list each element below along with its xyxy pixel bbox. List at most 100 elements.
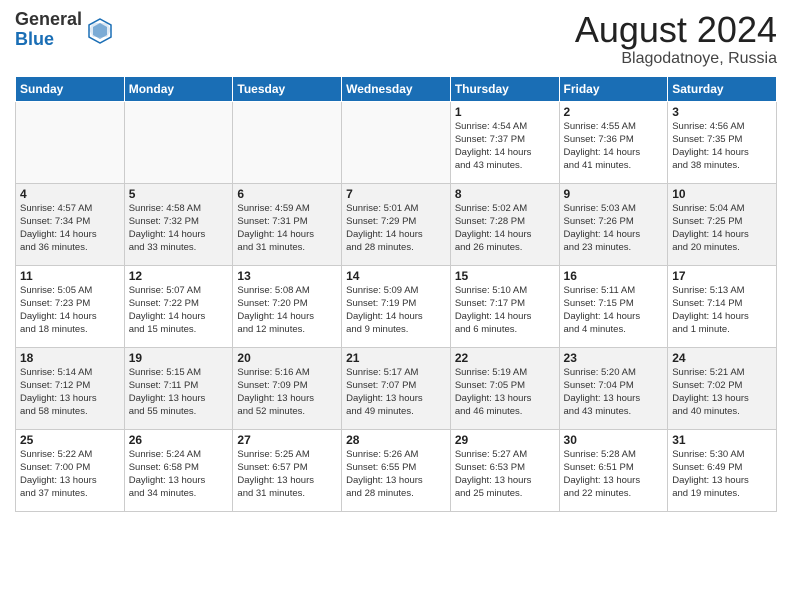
weekday-row: SundayMondayTuesdayWednesdayThursdayFrid…	[16, 76, 777, 101]
day-number: 29	[455, 433, 555, 447]
calendar-cell: 27Sunrise: 5:25 AM Sunset: 6:57 PM Dayli…	[233, 429, 342, 511]
calendar-cell: 8Sunrise: 5:02 AM Sunset: 7:28 PM Daylig…	[450, 183, 559, 265]
calendar-cell: 4Sunrise: 4:57 AM Sunset: 7:34 PM Daylig…	[16, 183, 125, 265]
day-info: Sunrise: 5:30 AM Sunset: 6:49 PM Dayligh…	[672, 448, 772, 501]
calendar-cell: 22Sunrise: 5:19 AM Sunset: 7:05 PM Dayli…	[450, 347, 559, 429]
calendar-week-4: 25Sunrise: 5:22 AM Sunset: 7:00 PM Dayli…	[16, 429, 777, 511]
location-title: Blagodatnoye, Russia	[575, 50, 777, 68]
weekday-header-saturday: Saturday	[668, 76, 777, 101]
calendar-cell: 16Sunrise: 5:11 AM Sunset: 7:15 PM Dayli…	[559, 265, 668, 347]
day-number: 25	[20, 433, 120, 447]
calendar-cell: 11Sunrise: 5:05 AM Sunset: 7:23 PM Dayli…	[16, 265, 125, 347]
page: General Blue August 2024 Blagodatnoye, R…	[0, 0, 792, 612]
day-number: 6	[237, 187, 337, 201]
day-info: Sunrise: 5:19 AM Sunset: 7:05 PM Dayligh…	[455, 366, 555, 419]
calendar-cell: 3Sunrise: 4:56 AM Sunset: 7:35 PM Daylig…	[668, 101, 777, 183]
calendar-cell: 9Sunrise: 5:03 AM Sunset: 7:26 PM Daylig…	[559, 183, 668, 265]
day-info: Sunrise: 5:11 AM Sunset: 7:15 PM Dayligh…	[564, 284, 664, 337]
calendar-cell: 15Sunrise: 5:10 AM Sunset: 7:17 PM Dayli…	[450, 265, 559, 347]
weekday-header-thursday: Thursday	[450, 76, 559, 101]
day-number: 16	[564, 269, 664, 283]
calendar-cell	[124, 101, 233, 183]
day-info: Sunrise: 5:13 AM Sunset: 7:14 PM Dayligh…	[672, 284, 772, 337]
calendar: SundayMondayTuesdayWednesdayThursdayFrid…	[15, 76, 777, 512]
day-number: 22	[455, 351, 555, 365]
day-number: 17	[672, 269, 772, 283]
logo-general-text: General	[15, 9, 82, 29]
calendar-cell: 30Sunrise: 5:28 AM Sunset: 6:51 PM Dayli…	[559, 429, 668, 511]
day-number: 21	[346, 351, 446, 365]
calendar-body: 1Sunrise: 4:54 AM Sunset: 7:37 PM Daylig…	[16, 101, 777, 511]
calendar-week-0: 1Sunrise: 4:54 AM Sunset: 7:37 PM Daylig…	[16, 101, 777, 183]
day-info: Sunrise: 5:25 AM Sunset: 6:57 PM Dayligh…	[237, 448, 337, 501]
calendar-cell: 26Sunrise: 5:24 AM Sunset: 6:58 PM Dayli…	[124, 429, 233, 511]
calendar-week-1: 4Sunrise: 4:57 AM Sunset: 7:34 PM Daylig…	[16, 183, 777, 265]
day-info: Sunrise: 5:15 AM Sunset: 7:11 PM Dayligh…	[129, 366, 229, 419]
calendar-cell: 13Sunrise: 5:08 AM Sunset: 7:20 PM Dayli…	[233, 265, 342, 347]
day-info: Sunrise: 5:10 AM Sunset: 7:17 PM Dayligh…	[455, 284, 555, 337]
day-info: Sunrise: 4:57 AM Sunset: 7:34 PM Dayligh…	[20, 202, 120, 255]
calendar-cell: 17Sunrise: 5:13 AM Sunset: 7:14 PM Dayli…	[668, 265, 777, 347]
day-info: Sunrise: 4:59 AM Sunset: 7:31 PM Dayligh…	[237, 202, 337, 255]
day-number: 19	[129, 351, 229, 365]
day-info: Sunrise: 4:54 AM Sunset: 7:37 PM Dayligh…	[455, 120, 555, 173]
day-number: 13	[237, 269, 337, 283]
day-info: Sunrise: 5:16 AM Sunset: 7:09 PM Dayligh…	[237, 366, 337, 419]
day-info: Sunrise: 5:04 AM Sunset: 7:25 PM Dayligh…	[672, 202, 772, 255]
day-number: 20	[237, 351, 337, 365]
day-info: Sunrise: 5:03 AM Sunset: 7:26 PM Dayligh…	[564, 202, 664, 255]
calendar-cell: 12Sunrise: 5:07 AM Sunset: 7:22 PM Dayli…	[124, 265, 233, 347]
logo-blue-text: Blue	[15, 29, 54, 49]
calendar-cell: 1Sunrise: 4:54 AM Sunset: 7:37 PM Daylig…	[450, 101, 559, 183]
day-info: Sunrise: 5:21 AM Sunset: 7:02 PM Dayligh…	[672, 366, 772, 419]
day-number: 8	[455, 187, 555, 201]
calendar-cell	[233, 101, 342, 183]
day-number: 18	[20, 351, 120, 365]
calendar-cell: 28Sunrise: 5:26 AM Sunset: 6:55 PM Dayli…	[342, 429, 451, 511]
month-title: August 2024	[575, 10, 777, 50]
calendar-cell: 20Sunrise: 5:16 AM Sunset: 7:09 PM Dayli…	[233, 347, 342, 429]
calendar-cell: 10Sunrise: 5:04 AM Sunset: 7:25 PM Dayli…	[668, 183, 777, 265]
weekday-header-monday: Monday	[124, 76, 233, 101]
day-info: Sunrise: 5:17 AM Sunset: 7:07 PM Dayligh…	[346, 366, 446, 419]
header: General Blue August 2024 Blagodatnoye, R…	[15, 10, 777, 68]
day-info: Sunrise: 5:24 AM Sunset: 6:58 PM Dayligh…	[129, 448, 229, 501]
day-info: Sunrise: 4:56 AM Sunset: 7:35 PM Dayligh…	[672, 120, 772, 173]
day-info: Sunrise: 4:55 AM Sunset: 7:36 PM Dayligh…	[564, 120, 664, 173]
day-number: 5	[129, 187, 229, 201]
day-number: 27	[237, 433, 337, 447]
calendar-cell	[16, 101, 125, 183]
calendar-cell: 14Sunrise: 5:09 AM Sunset: 7:19 PM Dayli…	[342, 265, 451, 347]
calendar-cell: 25Sunrise: 5:22 AM Sunset: 7:00 PM Dayli…	[16, 429, 125, 511]
day-info: Sunrise: 5:20 AM Sunset: 7:04 PM Dayligh…	[564, 366, 664, 419]
day-info: Sunrise: 5:02 AM Sunset: 7:28 PM Dayligh…	[455, 202, 555, 255]
day-number: 30	[564, 433, 664, 447]
day-number: 14	[346, 269, 446, 283]
day-number: 15	[455, 269, 555, 283]
calendar-header: SundayMondayTuesdayWednesdayThursdayFrid…	[16, 76, 777, 101]
day-info: Sunrise: 5:22 AM Sunset: 7:00 PM Dayligh…	[20, 448, 120, 501]
day-info: Sunrise: 5:07 AM Sunset: 7:22 PM Dayligh…	[129, 284, 229, 337]
weekday-header-tuesday: Tuesday	[233, 76, 342, 101]
calendar-cell: 7Sunrise: 5:01 AM Sunset: 7:29 PM Daylig…	[342, 183, 451, 265]
day-info: Sunrise: 4:58 AM Sunset: 7:32 PM Dayligh…	[129, 202, 229, 255]
day-number: 24	[672, 351, 772, 365]
day-info: Sunrise: 5:27 AM Sunset: 6:53 PM Dayligh…	[455, 448, 555, 501]
title-block: August 2024 Blagodatnoye, Russia	[575, 10, 777, 68]
weekday-header-wednesday: Wednesday	[342, 76, 451, 101]
day-number: 2	[564, 105, 664, 119]
day-number: 28	[346, 433, 446, 447]
day-info: Sunrise: 5:05 AM Sunset: 7:23 PM Dayligh…	[20, 284, 120, 337]
calendar-cell: 19Sunrise: 5:15 AM Sunset: 7:11 PM Dayli…	[124, 347, 233, 429]
logo: General Blue	[15, 10, 115, 50]
calendar-week-2: 11Sunrise: 5:05 AM Sunset: 7:23 PM Dayli…	[16, 265, 777, 347]
logo-icon	[85, 15, 115, 45]
day-info: Sunrise: 5:26 AM Sunset: 6:55 PM Dayligh…	[346, 448, 446, 501]
calendar-cell: 21Sunrise: 5:17 AM Sunset: 7:07 PM Dayli…	[342, 347, 451, 429]
calendar-cell: 18Sunrise: 5:14 AM Sunset: 7:12 PM Dayli…	[16, 347, 125, 429]
day-number: 31	[672, 433, 772, 447]
calendar-cell: 5Sunrise: 4:58 AM Sunset: 7:32 PM Daylig…	[124, 183, 233, 265]
calendar-cell: 2Sunrise: 4:55 AM Sunset: 7:36 PM Daylig…	[559, 101, 668, 183]
calendar-cell: 31Sunrise: 5:30 AM Sunset: 6:49 PM Dayli…	[668, 429, 777, 511]
day-number: 3	[672, 105, 772, 119]
